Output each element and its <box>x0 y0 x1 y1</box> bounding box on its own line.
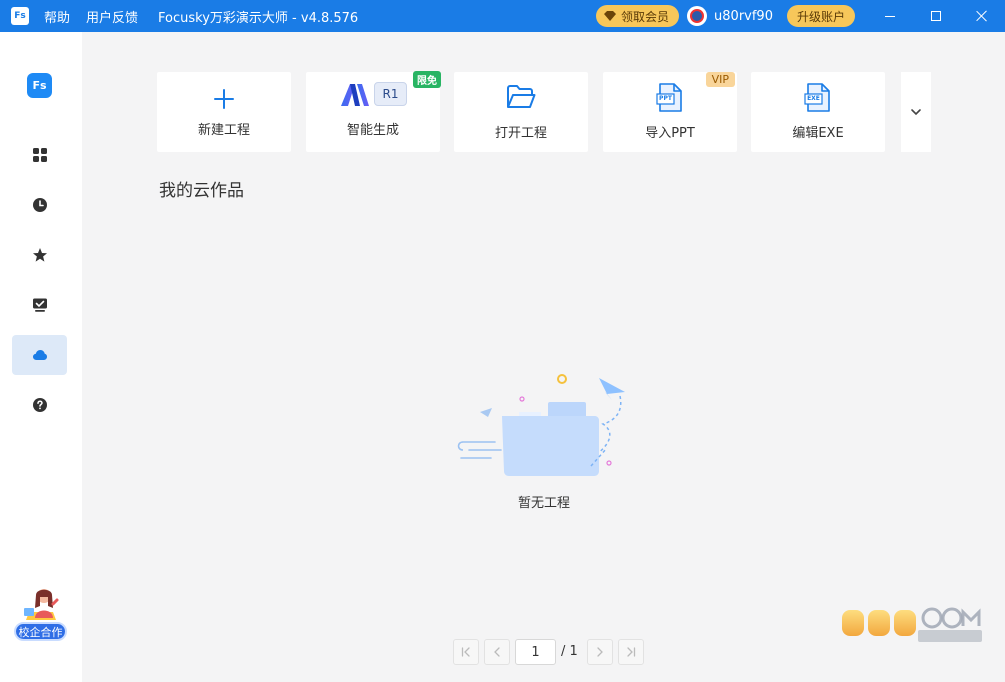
last-page-button[interactable] <box>618 639 644 665</box>
watermark-logo-icon <box>842 607 982 642</box>
first-page-button[interactable] <box>453 639 479 665</box>
monitor-check-icon <box>32 298 47 312</box>
edit-exe-button[interactable]: EXE 编辑EXE <box>751 72 885 152</box>
maximize-icon <box>931 11 941 21</box>
import-ppt-button[interactable]: VIP PPT 导入PPT <box>603 72 737 152</box>
page-title: 我的云作品 <box>159 181 244 201</box>
chevron-left-icon <box>494 647 500 657</box>
ppt-file-label: PPT <box>659 95 672 102</box>
prev-page-button[interactable] <box>484 639 510 665</box>
vip-badge: VIP <box>705 72 735 87</box>
title-bar: Fs 帮助 用户反馈 Focusky万彩演示大师 - v4.8.576 领取会员… <box>0 0 1005 32</box>
maximize-button[interactable] <box>913 0 959 32</box>
sidebar-item-all[interactable] <box>12 135 67 175</box>
cloud-icon <box>32 350 47 360</box>
sidebar-item-help[interactable] <box>12 385 67 425</box>
sidebar: Fs 校企合作 <box>0 32 82 682</box>
last-page-icon <box>627 647 636 657</box>
ai-generate-label: 智能生成 <box>346 123 399 138</box>
sidebar-logo-icon: Fs <box>27 73 52 98</box>
folder-open-icon <box>507 85 536 108</box>
sidebar-item-recent[interactable] <box>12 185 67 225</box>
page-total: / 1 <box>561 644 578 659</box>
open-project-label: 打开工程 <box>494 126 547 141</box>
minimize-button[interactable] <box>867 0 913 32</box>
empty-state-text: 暂无工程 <box>517 496 570 511</box>
menu-feedback[interactable]: 用户反馈 <box>86 7 138 26</box>
close-icon <box>976 10 988 22</box>
open-project-button[interactable]: 打开工程 <box>454 72 588 152</box>
claim-membership-label: 领取会员 <box>621 9 670 24</box>
edit-exe-label: 编辑EXE <box>792 126 844 141</box>
coop-label: 校企合作 <box>14 622 67 641</box>
school-enterprise-coop-button[interactable]: 校企合作 <box>12 584 68 644</box>
import-ppt-label: 导入PPT <box>645 126 695 141</box>
page-number-input[interactable] <box>515 639 556 665</box>
username[interactable]: u80rvf90 <box>714 9 773 24</box>
sidebar-item-favorites[interactable] <box>12 235 67 275</box>
new-project-label: 新建工程 <box>197 123 250 138</box>
grid-icon <box>32 148 47 162</box>
empty-folder-illustration-icon <box>457 374 625 476</box>
chevron-right-icon <box>597 647 603 657</box>
upgrade-account-button[interactable]: 升级账户 <box>786 5 855 27</box>
new-project-button[interactable]: 新建工程 <box>157 72 291 152</box>
close-button[interactable] <box>959 0 1005 32</box>
next-page-button[interactable] <box>587 639 613 665</box>
free-badge: 限免 <box>413 71 441 88</box>
chevron-down-icon <box>911 109 921 116</box>
app-title: Focusky万彩演示大师 - v4.8.576 <box>158 10 359 26</box>
menu-help[interactable]: 帮助 <box>44 7 70 26</box>
star-icon <box>32 248 47 262</box>
claim-membership-button[interactable]: 领取会员 <box>596 5 680 27</box>
clock-icon <box>32 198 47 212</box>
ai-logo-icon <box>341 84 369 106</box>
minimize-icon <box>885 15 895 17</box>
exe-file-label: EXE <box>807 95 820 102</box>
sidebar-item-published[interactable] <box>12 285 67 325</box>
r1-badge: R1 <box>374 82 407 106</box>
first-page-icon <box>461 647 470 657</box>
cooperation-illustration-icon <box>24 589 59 620</box>
ai-generate-button[interactable]: R1 限免 智能生成 <box>306 71 441 152</box>
plus-icon <box>214 89 234 109</box>
sidebar-item-cloud[interactable] <box>12 335 67 375</box>
diamond-icon <box>604 11 617 21</box>
avatar[interactable] <box>687 6 708 26</box>
app-logo-icon: Fs <box>11 7 29 25</box>
more-actions-button[interactable] <box>901 72 931 152</box>
help-icon <box>32 398 47 412</box>
